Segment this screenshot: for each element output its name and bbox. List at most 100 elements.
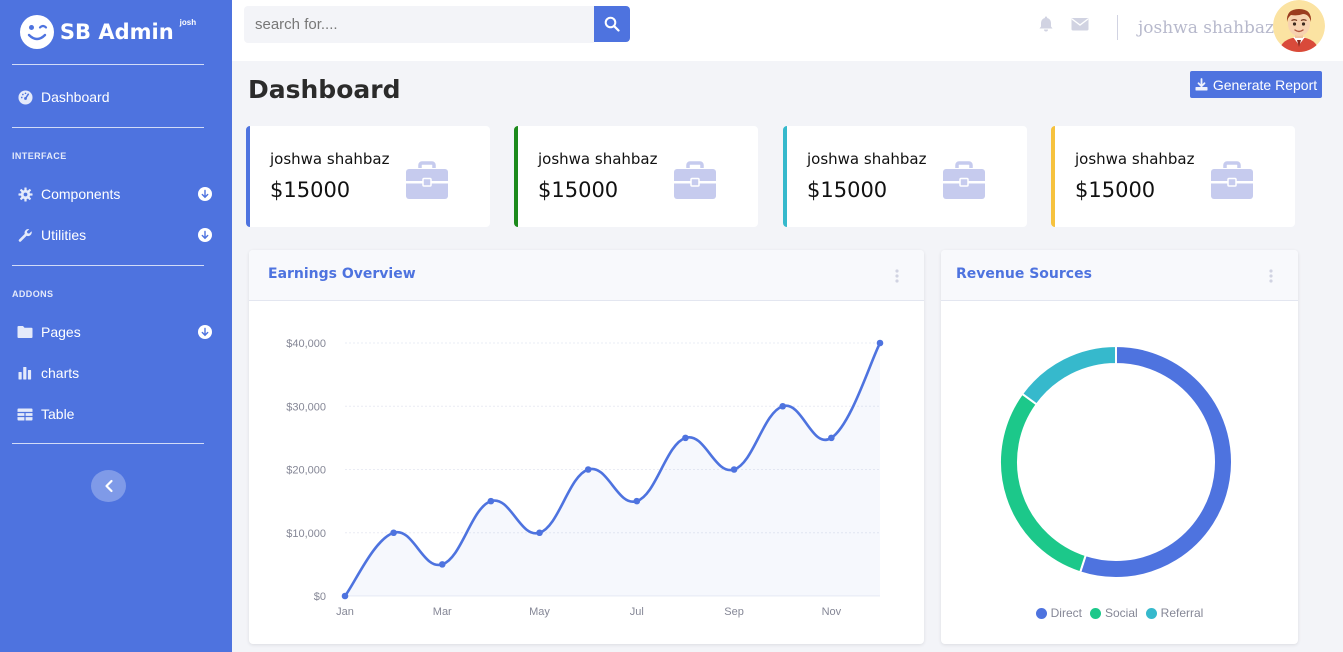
sidebar-item-label: Components <box>41 186 121 202</box>
sidebar-divider <box>12 443 204 444</box>
data-point[interactable] <box>779 402 787 410</box>
sidebar-toggle-button[interactable] <box>91 470 126 502</box>
stat-card: joshwa shahbaz $15000 <box>246 126 490 227</box>
sidebar-item-utilities[interactable]: Utilities <box>0 218 232 252</box>
arrow-circle-down-icon <box>198 228 212 242</box>
brand-name: SB Admin <box>59 20 174 44</box>
chevron-left-icon <box>104 479 113 493</box>
stat-label: joshwa shahbaz <box>1075 150 1195 168</box>
data-point[interactable] <box>341 592 349 600</box>
sidebar-item-components[interactable]: Components <box>0 177 232 211</box>
generate-report-label: Generate Report <box>1212 76 1318 93</box>
brand[interactable]: SB Admin josh <box>0 0 216 64</box>
donut-slice-social[interactable] <box>999 392 1087 574</box>
stat-value: $15000 <box>807 178 888 202</box>
legend-label: Social <box>1104 606 1138 620</box>
donut-slice-referral[interactable] <box>1020 344 1117 406</box>
sidebar-item-label: charts <box>41 365 80 381</box>
earnings-card: Earnings Overview $0 $10,000 $20,000 $30,00… <box>249 250 924 644</box>
briefcase-icon <box>406 161 448 199</box>
table-icon <box>17 406 33 422</box>
data-point[interactable] <box>682 434 689 442</box>
ellipsis-vertical-icon[interactable] <box>1268 268 1274 284</box>
sidebar-item-charts[interactable]: charts <box>0 356 232 390</box>
data-point[interactable] <box>487 497 495 505</box>
card-header: Revenue Sources <box>941 250 1298 301</box>
sidebar-divider <box>12 127 204 128</box>
stat-card: joshwa shahbaz $15000 <box>783 126 1027 227</box>
legend-swatch <box>1089 607 1101 619</box>
revenue-card: Revenue Sources Direct Social Referral <box>941 250 1298 644</box>
x-tick-label: Mar <box>433 606 452 618</box>
data-point[interactable] <box>438 561 446 568</box>
search-input[interactable] <box>244 6 594 43</box>
legend-label: Direct <box>1050 606 1082 620</box>
topbar: joshwa shahbaz <box>232 0 1343 61</box>
sidebar-item-label: Utilities <box>41 227 87 243</box>
x-tick-label: Jul <box>630 606 644 618</box>
sidebar-item-pages[interactable]: Pages <box>0 315 232 349</box>
y-tick-label: $10,000 <box>286 528 326 540</box>
chart-legend: Direct Social Referral <box>941 606 1298 620</box>
sidebar-divider <box>12 265 204 266</box>
data-point[interactable] <box>633 497 641 505</box>
sidebar-item-label: Table <box>41 406 75 422</box>
stat-label: joshwa shahbaz <box>538 150 658 168</box>
briefcase-icon <box>943 161 985 199</box>
stat-label: joshwa shahbaz <box>807 150 927 168</box>
sidebar: SB Admin josh Dashboard INTERFACE Compon… <box>0 0 232 652</box>
stat-label: joshwa shahbaz <box>270 150 390 168</box>
y-tick-label: $30,000 <box>286 401 326 413</box>
card-title: Revenue Sources <box>956 266 1092 282</box>
legend-swatch <box>1035 607 1047 619</box>
x-tick-label: May <box>529 606 550 618</box>
legend-item[interactable]: Social <box>1089 606 1138 620</box>
sidebar-item-label: Pages <box>41 324 81 340</box>
donut-slice-direct[interactable] <box>1078 344 1233 579</box>
user-name[interactable]: joshwa shahbaz <box>1138 18 1274 38</box>
search-icon <box>604 16 620 32</box>
x-tick-label: Jan <box>336 606 354 618</box>
bell-icon[interactable] <box>1037 15 1055 33</box>
y-tick-label: $0 <box>314 591 326 603</box>
search-button[interactable] <box>594 6 630 42</box>
briefcase-icon <box>674 161 716 199</box>
topbar-divider <box>1117 15 1118 40</box>
stat-card: joshwa shahbaz $15000 <box>1051 126 1295 227</box>
user-avatar[interactable] <box>1273 0 1325 52</box>
sidebar-item-table[interactable]: Table <box>0 397 232 431</box>
y-tick-label: $20,000 <box>286 465 326 477</box>
arrow-circle-down-icon <box>198 187 212 201</box>
wrench-icon <box>17 227 33 243</box>
arrow-circle-down-icon <box>198 325 212 339</box>
legend-item[interactable]: Direct <box>1035 606 1082 620</box>
sidebar-divider <box>12 64 204 65</box>
wink-smile-icon <box>19 15 54 49</box>
data-point[interactable] <box>584 466 592 473</box>
data-point[interactable] <box>536 529 543 537</box>
revenue-donut-chart <box>999 344 1233 579</box>
generate-report-button[interactable]: Generate Report <box>1190 71 1322 98</box>
envelope-icon[interactable] <box>1071 16 1089 32</box>
stat-card: joshwa shahbaz $15000 <box>514 126 758 227</box>
tachometer-icon <box>17 89 33 105</box>
sidebar-item-dashboard[interactable]: Dashboard <box>0 80 232 114</box>
sidebar-item-label: Dashboard <box>41 89 110 105</box>
stat-value: $15000 <box>538 178 619 202</box>
data-point[interactable] <box>390 529 397 537</box>
sidebar-heading-addons: ADDONS <box>12 289 54 299</box>
data-point[interactable] <box>730 466 738 473</box>
data-point[interactable] <box>828 434 835 442</box>
x-tick-label: Sep <box>724 606 744 618</box>
bar-chart-icon <box>17 365 33 381</box>
legend-item[interactable]: Referral <box>1145 606 1204 620</box>
gear-icon <box>17 186 33 202</box>
legend-label: Referral <box>1160 606 1204 620</box>
brand-sup: josh <box>179 17 197 27</box>
page-title: Dashboard <box>248 75 401 104</box>
x-tick-label: Nov <box>822 606 842 618</box>
folder-icon <box>17 324 33 340</box>
stat-value: $15000 <box>1075 178 1156 202</box>
data-point[interactable] <box>876 339 884 347</box>
sidebar-heading-interface: INTERFACE <box>12 151 67 161</box>
